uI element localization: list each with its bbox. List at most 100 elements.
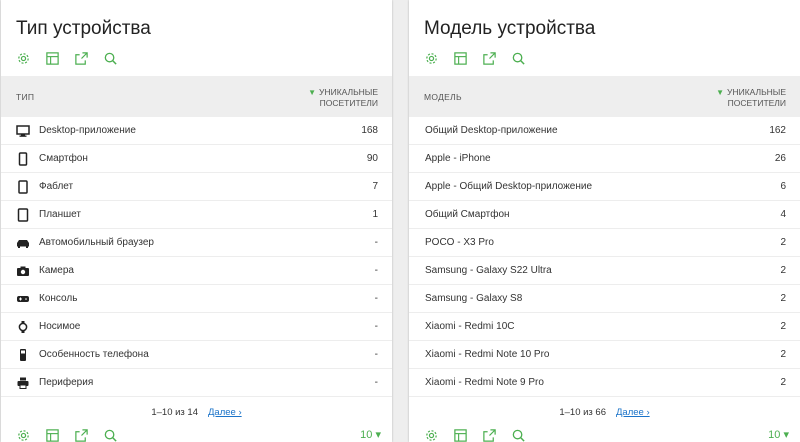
- row-limit-value: 10: [768, 429, 781, 441]
- column-label[interactable]: ТИП: [16, 92, 34, 102]
- metric-label-line2: ПОСЕТИТЕЛИ: [727, 98, 786, 108]
- printer-icon: [16, 376, 30, 390]
- table-icon[interactable]: [452, 50, 468, 66]
- gear-icon[interactable]: [423, 427, 439, 442]
- row-value: 2: [780, 265, 786, 276]
- console-icon: [16, 292, 30, 306]
- row-limit-select[interactable]: 10 ▾: [360, 428, 381, 441]
- pagination: 1–10 из 66 Далее ›: [409, 407, 800, 418]
- table-row[interactable]: Xiaomi - Redmi Note 10 Pro 2: [409, 341, 800, 369]
- search-icon[interactable]: [102, 50, 118, 66]
- row-value: 4: [780, 209, 786, 220]
- widget-footer-toolbar: [423, 427, 526, 442]
- tablet-icon: [16, 208, 30, 222]
- row-label: Apple - iPhone: [425, 153, 491, 164]
- sort-desc-icon: ▼: [716, 88, 725, 97]
- table-row[interactable]: Камера -: [1, 257, 392, 285]
- row-label: Особенность телефона: [39, 349, 149, 360]
- row-value: 2: [780, 293, 786, 304]
- phablet-icon: [16, 180, 30, 194]
- row-label: Общий Desktop-приложение: [425, 125, 558, 136]
- export-icon[interactable]: [73, 427, 89, 442]
- search-icon[interactable]: [510, 427, 526, 442]
- row-value: -: [374, 237, 378, 248]
- table-body: Общий Desktop-приложение 162 Apple - iPho…: [409, 117, 800, 397]
- row-value: 90: [366, 153, 378, 164]
- device-model-widget: Модель устройства МОДЕЛЬ ▼ УНИКАЛЬНЫЕ ПОС…: [409, 0, 800, 442]
- table-row[interactable]: Периферия -: [1, 369, 392, 397]
- row-label: Фаблет: [39, 181, 74, 192]
- row-label: Xiaomi - Redmi Note 10 Pro: [425, 349, 550, 360]
- export-icon[interactable]: [481, 50, 497, 66]
- search-icon[interactable]: [510, 50, 526, 66]
- row-label: Apple - Общий Desktop-приложение: [425, 181, 593, 192]
- table-row[interactable]: Общий Смартфон 4: [409, 201, 800, 229]
- table-icon[interactable]: [44, 427, 60, 442]
- table-icon[interactable]: [452, 427, 468, 442]
- row-value: 7: [372, 181, 378, 192]
- next-page-link[interactable]: Далее ›: [208, 407, 242, 418]
- table-row[interactable]: Samsung - Galaxy S8 2: [409, 285, 800, 313]
- table-row[interactable]: Xiaomi - Redmi Note 9 Pro 2: [409, 369, 800, 397]
- row-label: Планшет: [39, 209, 81, 220]
- row-label: Desktop-приложение: [39, 125, 136, 136]
- chevron-down-icon: ▾: [783, 429, 789, 441]
- table-row[interactable]: Фаблет 7: [1, 173, 392, 201]
- next-page-link[interactable]: Далее ›: [616, 407, 650, 418]
- export-icon[interactable]: [73, 50, 89, 66]
- row-limit-select[interactable]: 10 ▾: [768, 428, 789, 441]
- table-header: ТИП ▼ УНИКАЛЬНЫЕ ПОСЕТИТЕЛИ: [1, 76, 392, 117]
- device-type-widget: Тип устройства ТИП ▼ УНИКАЛЬНЫЕ ПОСЕТИТЕЛ…: [1, 0, 392, 442]
- row-value: 162: [769, 125, 786, 136]
- row-value: -: [374, 349, 378, 360]
- row-label: Периферия: [39, 377, 94, 388]
- row-label: Смартфон: [39, 153, 88, 164]
- widget-toolbar: [15, 50, 118, 66]
- export-icon[interactable]: [481, 427, 497, 442]
- metric-column-header[interactable]: ▼ УНИКАЛЬНЫЕ ПОСЕТИТЕЛИ: [308, 87, 378, 108]
- row-value: 26: [774, 153, 786, 164]
- table-row[interactable]: Samsung - Galaxy S22 Ultra 2: [409, 257, 800, 285]
- row-label: Общий Смартфон: [425, 209, 510, 220]
- pagination: 1–10 из 14 Далее ›: [1, 407, 392, 418]
- row-value: 1: [372, 209, 378, 220]
- table-icon[interactable]: [44, 50, 60, 66]
- table-row[interactable]: Apple - Общий Desktop-приложение 6: [409, 173, 800, 201]
- widget-title: Модель устройства: [424, 18, 596, 39]
- row-label: Samsung - Galaxy S22 Ultra: [425, 265, 552, 276]
- table-row[interactable]: Desktop-приложение 168: [1, 117, 392, 145]
- row-label: POCO - X3 Pro: [425, 237, 494, 248]
- metric-column-header[interactable]: ▼ УНИКАЛЬНЫЕ ПОСЕТИТЕЛИ: [716, 87, 786, 108]
- gear-icon[interactable]: [423, 50, 439, 66]
- table-row[interactable]: Общий Desktop-приложение 162: [409, 117, 800, 145]
- widget-footer-toolbar: [15, 427, 118, 442]
- widget-toolbar: [423, 50, 526, 66]
- row-label: Носимое: [39, 321, 81, 332]
- gear-icon[interactable]: [15, 427, 31, 442]
- table-row[interactable]: Консоль -: [1, 285, 392, 313]
- table-row[interactable]: Смартфон 90: [1, 145, 392, 173]
- pagination-range: 1–10 из 14: [151, 407, 198, 418]
- watch-icon: [16, 320, 30, 334]
- table-row[interactable]: Автомобильный браузер -: [1, 229, 392, 257]
- gear-icon[interactable]: [15, 50, 31, 66]
- table-row[interactable]: Apple - iPhone 26: [409, 145, 800, 173]
- table-row[interactable]: Xiaomi - Redmi 10C 2: [409, 313, 800, 341]
- row-value: 6: [780, 181, 786, 192]
- widget-title: Тип устройства: [16, 18, 151, 39]
- search-icon[interactable]: [102, 427, 118, 442]
- table-row[interactable]: POCO - X3 Pro 2: [409, 229, 800, 257]
- chevron-down-icon: ▾: [375, 429, 381, 441]
- smartphone-icon: [16, 152, 30, 166]
- table-row[interactable]: Носимое -: [1, 313, 392, 341]
- row-label: Xiaomi - Redmi Note 9 Pro: [425, 377, 544, 388]
- pagination-range: 1–10 из 66: [559, 407, 606, 418]
- column-label[interactable]: МОДЕЛЬ: [424, 92, 462, 102]
- table-row[interactable]: Особенность телефона -: [1, 341, 392, 369]
- row-label: Камера: [39, 265, 74, 276]
- metric-label-line2: ПОСЕТИТЕЛИ: [319, 98, 378, 108]
- row-value: 2: [780, 237, 786, 248]
- table-row[interactable]: Планшет 1: [1, 201, 392, 229]
- row-label: Xiaomi - Redmi 10C: [425, 321, 515, 332]
- car-icon: [16, 236, 30, 250]
